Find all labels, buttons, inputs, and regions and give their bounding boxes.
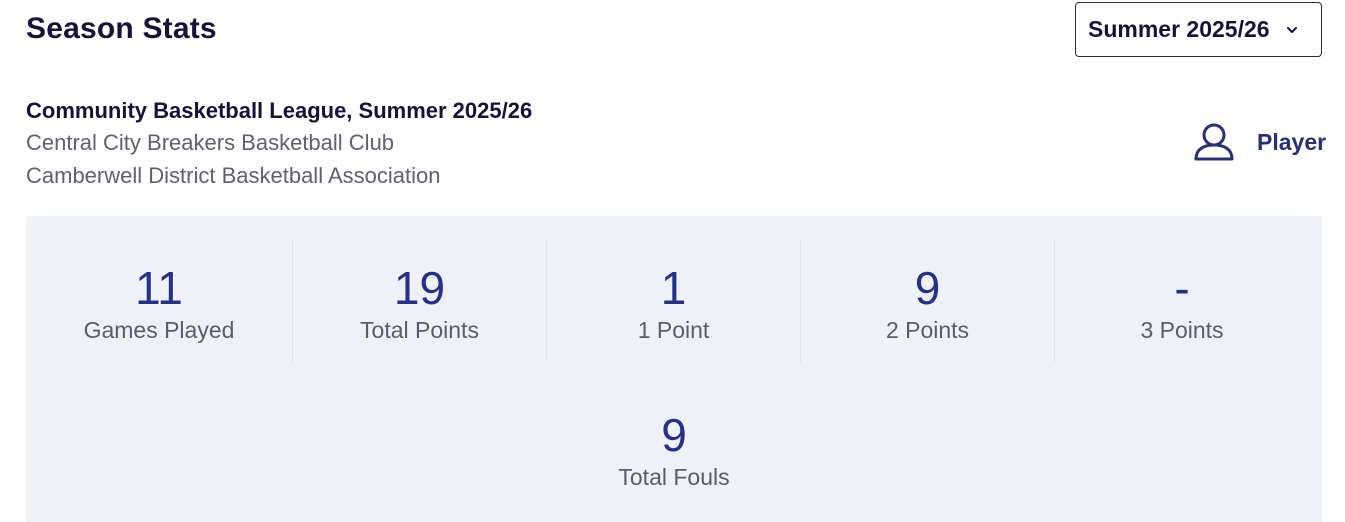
stat-value: 11 bbox=[135, 262, 183, 314]
season-select-value: Summer 2025/26 bbox=[1088, 16, 1270, 42]
stat-value: 19 bbox=[393, 262, 446, 314]
role-link[interactable]: Player bbox=[1193, 122, 1326, 162]
stats-panel: 11 Games Played 19 Total Points 1 1 Poin… bbox=[26, 216, 1322, 522]
league-name: Community Basketball League, Summer 2025… bbox=[26, 98, 533, 123]
role-label: Player bbox=[1257, 128, 1327, 155]
competition-info: Community Basketball League, Summer 2025… bbox=[26, 96, 532, 192]
chevron-down-icon bbox=[1287, 26, 1297, 33]
association-name: Camberwell District Basketball Associati… bbox=[26, 163, 441, 188]
stat-label: 3 Points bbox=[1140, 317, 1224, 343]
page-title: Season Stats bbox=[26, 12, 217, 45]
stat-value: 9 bbox=[914, 262, 941, 314]
stat-total-fouls: 9 Total Fouls bbox=[26, 386, 1322, 491]
stat-label: Total Fouls bbox=[618, 464, 730, 490]
stat-label: 1 Point bbox=[637, 317, 710, 343]
club-name: Central City Breakers Basketball Club bbox=[26, 130, 395, 155]
stat-value: - bbox=[1174, 262, 1190, 314]
user-icon bbox=[1194, 123, 1234, 161]
season-stats-page: Season Stats Summer 2025/26 Community Ba… bbox=[0, 0, 1345, 522]
stat-label: 2 Points bbox=[885, 317, 970, 343]
stat-total-points: 19 Total Points bbox=[293, 240, 547, 362]
season-select[interactable]: Summer 2025/26 bbox=[1075, 2, 1322, 57]
stat-label: Total Points bbox=[360, 317, 479, 343]
stat-value: 1 bbox=[660, 262, 687, 314]
stat-games-played: 11 Games Played bbox=[26, 240, 293, 362]
stat-label: Games Played bbox=[83, 317, 235, 343]
stat-3-points: - 3 Points bbox=[1055, 240, 1309, 362]
stats-row: 11 Games Played 19 Total Points 1 1 Poin… bbox=[26, 240, 1322, 362]
stat-value: 9 bbox=[661, 409, 687, 461]
stat-1-point: 1 1 Point bbox=[547, 240, 801, 362]
stat-2-points: 9 2 Points bbox=[801, 240, 1055, 362]
